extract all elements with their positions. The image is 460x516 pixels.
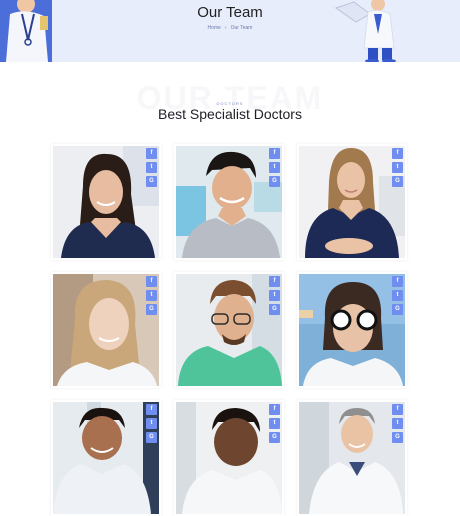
twitter-icon[interactable]: t — [269, 418, 280, 429]
social-links: f t G — [392, 148, 403, 187]
google-icon[interactable]: G — [269, 432, 280, 443]
facebook-icon[interactable]: f — [392, 148, 403, 159]
doctor-photo — [53, 402, 159, 514]
google-icon[interactable]: G — [146, 304, 157, 315]
social-links: f t G — [146, 404, 157, 443]
google-icon[interactable]: G — [392, 432, 403, 443]
breadcrumb-home-link[interactable]: Home — [208, 25, 221, 31]
social-links: f t G — [146, 276, 157, 315]
breadcrumb-current: Our Team — [230, 25, 253, 31]
doctor-photo — [176, 274, 282, 386]
twitter-icon[interactable]: t — [146, 290, 157, 301]
doctor-photo — [176, 146, 282, 258]
twitter-icon[interactable]: t — [392, 418, 403, 429]
twitter-icon[interactable]: t — [392, 290, 403, 301]
doctor-card[interactable]: f t G — [174, 272, 284, 388]
doctor-photo — [53, 274, 159, 386]
twitter-icon[interactable]: t — [269, 290, 280, 301]
facebook-icon[interactable]: f — [269, 404, 280, 415]
social-links: f t G — [269, 276, 280, 315]
twitter-icon[interactable]: t — [146, 418, 157, 429]
breadcrumb-separator: › — [224, 25, 227, 31]
doctor-card[interactable]: f t G — [297, 400, 407, 516]
doctor-photo — [53, 146, 159, 258]
doctor-card[interactable]: f t G — [297, 272, 407, 388]
hero-doctor-illustration-right — [334, 0, 408, 62]
doctor-card[interactable]: f t G — [297, 144, 407, 260]
facebook-icon[interactable]: f — [269, 276, 280, 287]
facebook-icon[interactable]: f — [146, 148, 157, 159]
section-heading: Best Specialist Doctors — [158, 106, 302, 122]
doctor-photo — [299, 146, 405, 258]
social-links: f t G — [146, 148, 157, 187]
facebook-icon[interactable]: f — [392, 276, 403, 287]
google-icon[interactable]: G — [269, 176, 280, 187]
social-links: f t G — [269, 404, 280, 443]
facebook-icon[interactable]: f — [146, 404, 157, 415]
facebook-icon[interactable]: f — [269, 148, 280, 159]
doctor-photo — [299, 402, 405, 514]
doctor-photo — [176, 402, 282, 514]
doctor-card[interactable]: f t G — [51, 272, 161, 388]
social-links: f t G — [392, 404, 403, 443]
doctor-card[interactable]: f t G — [174, 400, 284, 516]
doctor-card[interactable]: f t G — [174, 144, 284, 260]
twitter-icon[interactable]: t — [392, 162, 403, 173]
doctor-photo — [299, 274, 405, 386]
google-icon[interactable]: G — [392, 176, 403, 187]
doctor-card[interactable]: f t G — [51, 400, 161, 516]
twitter-icon[interactable]: t — [146, 162, 157, 173]
team-section: OUR TEAM DOCTORS Best Specialist Doctors… — [0, 62, 460, 516]
google-icon[interactable]: G — [269, 304, 280, 315]
social-links: f t G — [392, 276, 403, 315]
facebook-icon[interactable]: f — [392, 404, 403, 415]
twitter-icon[interactable]: t — [269, 162, 280, 173]
doctor-card[interactable]: f t G — [51, 144, 161, 260]
google-icon[interactable]: G — [392, 304, 403, 315]
facebook-icon[interactable]: f — [146, 276, 157, 287]
page-hero: Our Team Home › Our Team — [0, 0, 460, 62]
social-links: f t G — [269, 148, 280, 187]
google-icon[interactable]: G — [146, 176, 157, 187]
google-icon[interactable]: G — [146, 432, 157, 443]
